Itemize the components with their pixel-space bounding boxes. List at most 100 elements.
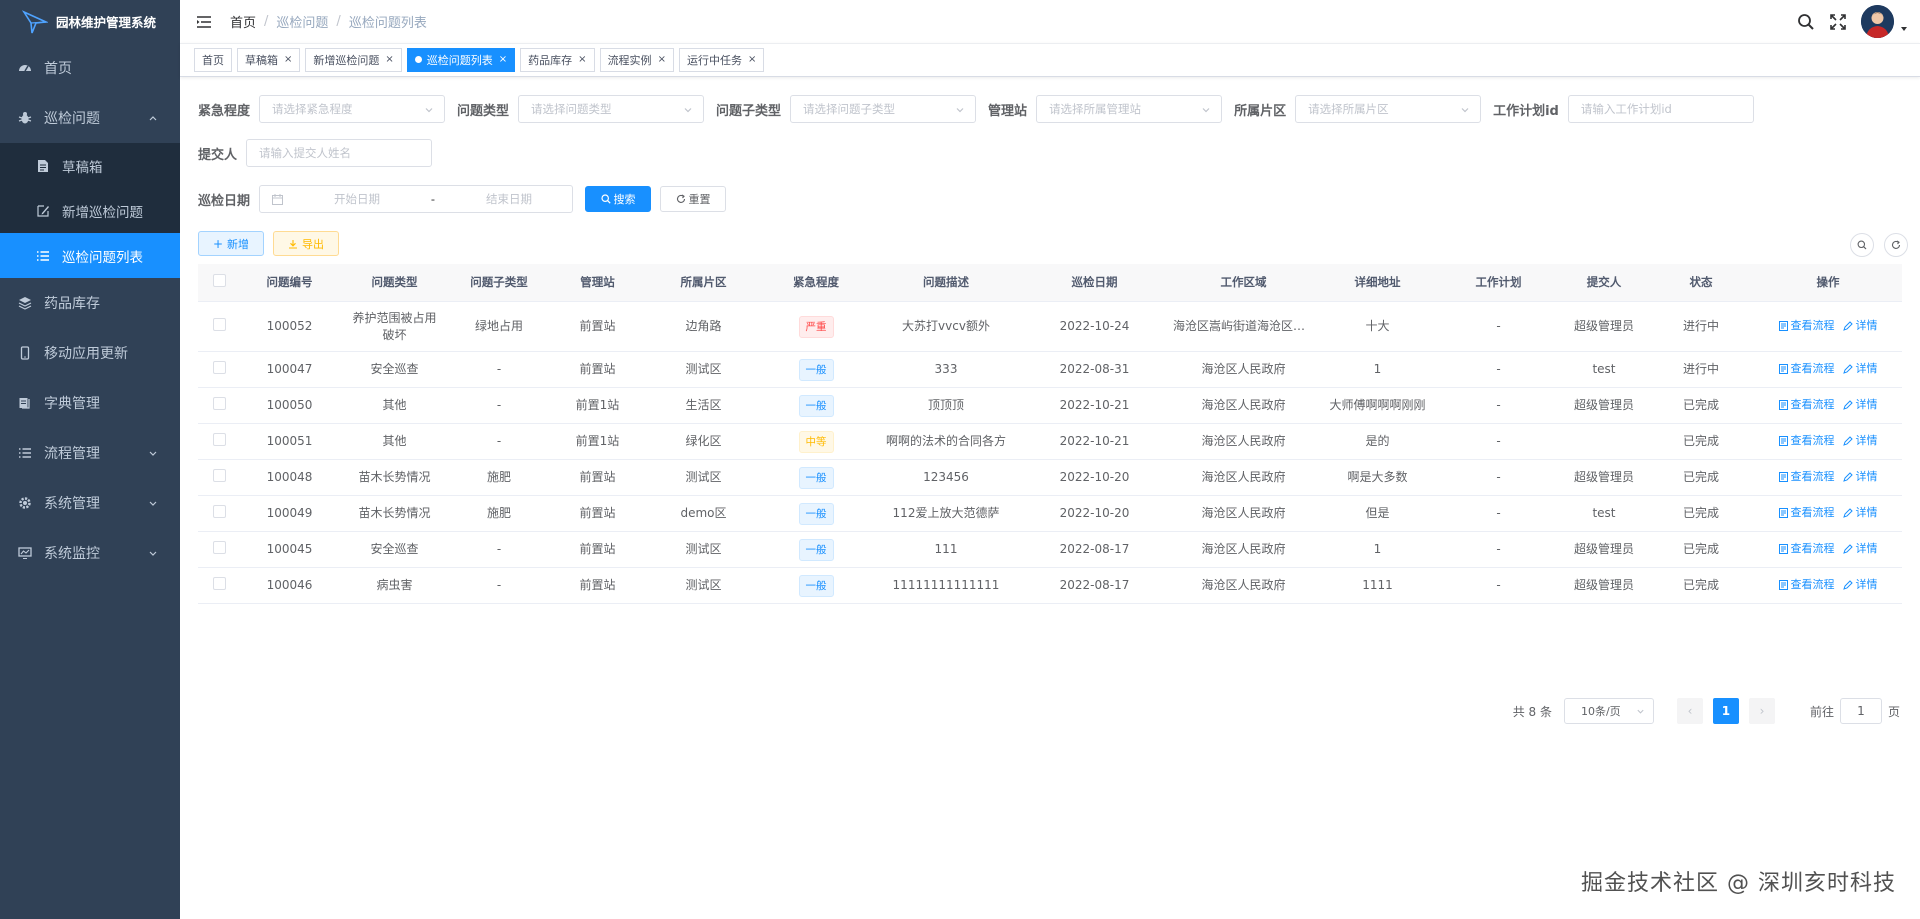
close-icon[interactable]: × [748,54,756,65]
view-flow-link[interactable]: 查看流程 [1778,504,1835,521]
detail-link[interactable]: 详情 [1842,540,1878,557]
sidebar-item-dictionary[interactable]: 字典管理 [0,378,180,428]
prev-page-button[interactable]: ‹ [1676,698,1703,724]
tag-home[interactable]: 首页 [194,47,232,72]
area-select[interactable]: 请选择所属片区 [1295,95,1482,123]
sidebar-item-monitor[interactable]: 系统监控 [0,528,180,578]
table-row[interactable]: 100045 安全巡查 - 前置站 测试区 一般 111 2022-08-17 海沧区人民政府 1… [198,532,1902,568]
close-icon[interactable]: × [499,54,507,65]
table-row[interactable]: 100051 其他 - 前置1站 绿化区 中等 啊啊的法术的合同各方 2022-10-21 海沧… [198,424,1902,460]
detail-link[interactable]: 详情 [1842,360,1878,377]
station-select[interactable]: 请选择所属管理站 [1036,95,1223,123]
date-text: 2022-10-20 [1059,506,1130,520]
sidebar-item-process[interactable]: 流程管理 [0,428,180,478]
submitter-input[interactable]: 请输入提交人姓名 [246,139,433,167]
tag-process-instance[interactable]: 流程实例 × [599,47,674,72]
view-flow-link[interactable]: 查看流程 [1778,540,1835,557]
sidebar-item-home[interactable]: 首页 [0,43,180,93]
search-icon[interactable] [1797,13,1815,31]
table-row[interactable]: 100052 养护范围被占用破坏 绿地占用 前置站 边角路 严重 大苏打vvcv额外 2022… [198,302,1902,352]
avatar[interactable] [1861,5,1894,38]
column-header[interactable]: 工作区域 [1169,274,1318,291]
column-header[interactable]: 管理站 [548,274,647,291]
problem-type-select[interactable]: 请选择问题类型 [518,95,705,123]
table-row[interactable]: 100046 病虫害 - 前置站 测试区 一般 11111111111111 2022-08-… [198,568,1902,604]
detail-link[interactable]: 详情 [1842,432,1878,449]
column-header[interactable]: 所属片区 [647,274,760,291]
view-flow-link[interactable]: 查看流程 [1778,432,1835,449]
sidebar-item-system[interactable]: 系统管理 [0,478,180,528]
refresh-table-button[interactable] [1884,233,1908,257]
hamburger-icon[interactable] [196,14,212,30]
sidebar-item-inspection-list[interactable]: 巡检问题列表 [0,233,180,278]
sidebar-item-inspection[interactable]: 巡检问题 [0,93,180,143]
export-button[interactable]: 导出 [273,231,339,256]
row-checkbox[interactable] [212,576,226,590]
date-range-picker[interactable]: 开始日期 - 结束日期 [259,185,574,213]
urgency-select[interactable]: 请选择紧急程度 [259,95,446,123]
tag-new-inspection[interactable]: 新增巡检问题 × [305,47,402,72]
tag-inspection-list[interactable]: 巡检问题列表 × [406,47,516,72]
view-flow-link[interactable]: 查看流程 [1778,360,1835,377]
view-flow-link[interactable]: 查看流程 [1778,576,1835,593]
row-checkbox[interactable] [212,317,226,331]
problem-subtype-select[interactable]: 请选择问题子类型 [790,95,977,123]
plan-id-input[interactable]: 请输入工作计划id [1567,95,1754,123]
add-button[interactable]: + 新增 [198,231,264,256]
tag-running-tasks[interactable]: 运行中任务 × [678,47,765,72]
page-size-select[interactable]: 10条/页 [1563,698,1654,724]
detail-link[interactable]: 详情 [1842,504,1878,521]
search-button[interactable]: 搜索 [585,186,652,212]
next-page-button[interactable]: › [1748,698,1775,724]
close-icon[interactable]: × [578,54,586,65]
goto-prefix: 前往 [1809,704,1834,719]
table-row[interactable]: 100047 安全巡查 - 前置站 测试区 一般 333 2022-08-31 海沧区人民政府 1… [198,352,1902,388]
detail-link[interactable]: 详情 [1842,468,1878,485]
table-row[interactable]: 100050 其他 - 前置1站 生活区 一般 顶顶顶 2022-10-21 海沧区人民政府 大师… [198,388,1902,424]
select-all-checkbox[interactable] [212,273,226,287]
view-flow-link[interactable]: 查看流程 [1778,468,1835,485]
column-header[interactable]: 详细地址 [1318,274,1437,291]
breadcrumb-inspection[interactable]: 巡检问题 [276,12,328,31]
column-header[interactable]: 问题类型 [339,274,450,291]
caret-down-icon[interactable] [1900,25,1908,33]
row-checkbox[interactable] [212,504,226,518]
row-checkbox[interactable] [212,360,226,374]
column-header[interactable]: 巡检日期 [1020,274,1169,291]
view-flow-link[interactable]: 查看流程 [1778,317,1835,334]
column-header[interactable]: 问题编号 [240,274,339,291]
row-checkbox[interactable] [212,540,226,554]
page-number[interactable]: 1 [1712,698,1739,724]
column-header[interactable]: 工作计划 [1437,274,1560,291]
sidebar-item-medicine[interactable]: 药品库存 [0,278,180,328]
sidebar-item-new-inspection[interactable]: 新增巡检问题 [0,188,180,233]
reset-button[interactable]: 重置 [660,186,727,212]
row-checkbox[interactable] [212,432,226,446]
column-header[interactable]: 提交人 [1560,274,1648,291]
sidebar-item-mobile-update[interactable]: 移动应用更新 [0,328,180,378]
table-row[interactable]: 100049 苗木长势情况 施肥 前置站 demo区 一般 112爱上放大范德萨 2022-1… [198,496,1902,532]
tag-medicine[interactable]: 药品库存 × [520,47,595,72]
detail-link[interactable]: 详情 [1842,576,1878,593]
close-icon[interactable]: × [658,54,666,65]
column-header[interactable]: 问题子类型 [450,274,548,291]
view-flow-link[interactable]: 查看流程 [1778,396,1835,413]
column-header[interactable]: 问题描述 [872,274,1020,291]
sidebar-item-drafts[interactable]: 草稿箱 [0,143,180,188]
row-checkbox[interactable] [212,396,226,410]
table-row[interactable]: 100048 苗木长势情况 施肥 前置站 测试区 一般 123456 2022-10-20 海沧… [198,460,1902,496]
detail-link[interactable]: 详情 [1842,317,1878,334]
column-header[interactable]: 状态 [1648,274,1754,291]
breadcrumb-home[interactable]: 首页 [230,12,256,31]
goto-page-input[interactable]: 1 [1839,698,1882,724]
tag-drafts[interactable]: 草稿箱 × [237,47,301,72]
close-icon[interactable]: × [385,54,393,65]
detail-link[interactable]: 详情 [1842,396,1878,413]
column-header[interactable]: 紧急程度 [760,274,872,291]
app-logo[interactable]: 园林维护管理系统 [0,0,180,43]
close-icon[interactable]: × [284,54,292,65]
area-placeholder: 请选择所属片区 [1308,102,1389,116]
fullscreen-icon[interactable] [1829,13,1847,31]
toggle-search-button[interactable] [1850,233,1874,257]
row-checkbox[interactable] [212,468,226,482]
